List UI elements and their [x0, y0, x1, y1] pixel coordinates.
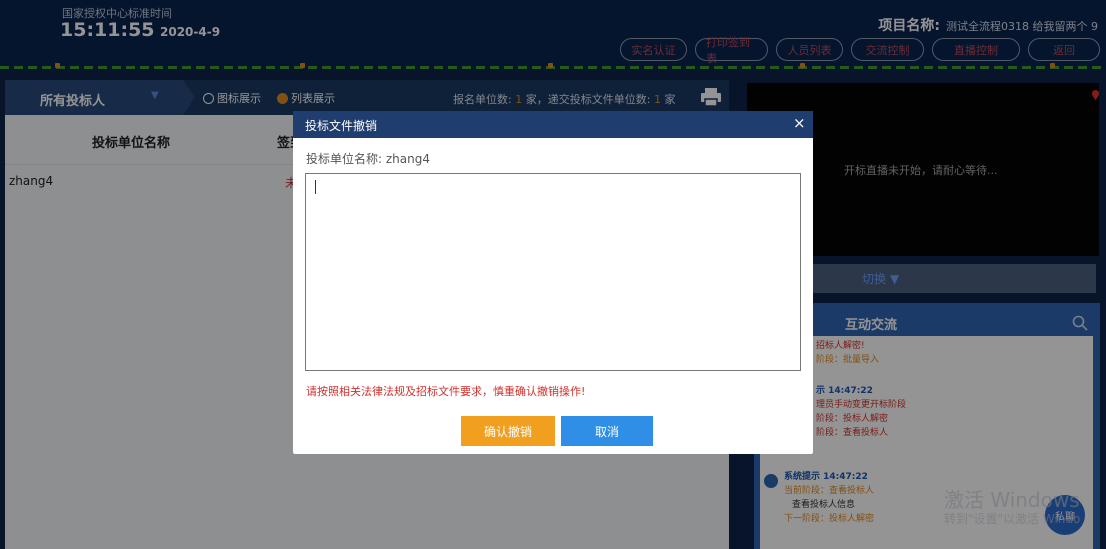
company-line: 投标单位名称: zhang4 [306, 150, 430, 167]
warning-text: 请按照相关法律法规及招标文件要求，慎重确认撤销操作! [306, 385, 586, 398]
revoke-dialog: 投标文件撤销 × 投标单位名称: zhang4 请按照相关法律法规及招标文件要求… [293, 111, 813, 454]
revoke-reason-input[interactable] [305, 173, 801, 371]
dialog-title: 投标文件撤销 [305, 119, 378, 133]
cancel-button[interactable]: 取消 [561, 416, 653, 446]
confirm-revoke-button[interactable]: 确认撤销 [461, 416, 555, 446]
close-icon[interactable]: × [793, 114, 806, 132]
dialog-header: 投标文件撤销 × [293, 111, 813, 138]
company-label: 投标单位名称: [306, 152, 383, 166]
company-name: zhang4 [385, 152, 430, 166]
text-caret [315, 180, 316, 194]
